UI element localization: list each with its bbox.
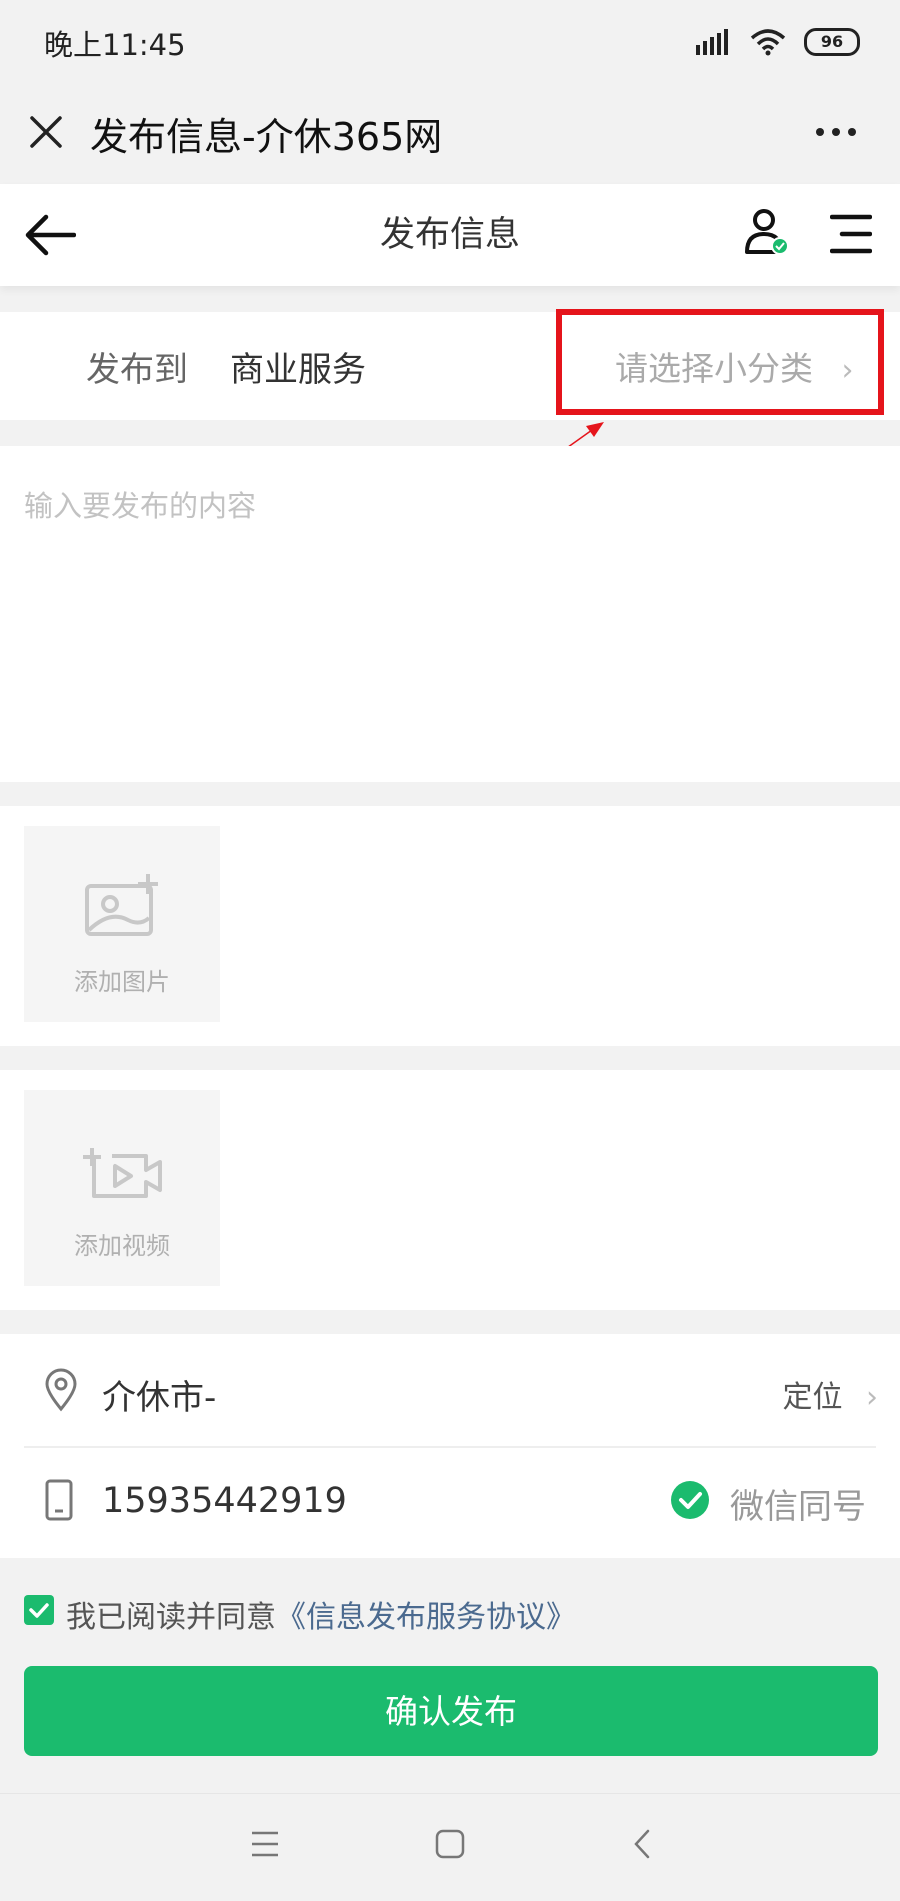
add-video-label: 添加视频 <box>74 1232 170 1260</box>
agree-checkbox[interactable] <box>24 1595 54 1625</box>
add-image-icon <box>85 874 158 936</box>
system-nav-bar <box>0 1793 900 1901</box>
wechat-same-label: 微信同号 <box>730 1487 866 1527</box>
agreement-text: 我已阅读并同意《信息发布服务协议》 <box>66 1592 576 1636</box>
agreement-link[interactable]: 《信息发布服务协议》 <box>276 1600 576 1635</box>
add-image-label: 添加图片 <box>74 968 170 996</box>
check-circle-icon[interactable] <box>670 1480 710 1520</box>
chevron-right-icon: › <box>866 1380 878 1415</box>
phone-icon <box>45 1479 73 1521</box>
add-video-button[interactable]: 添加视频 <box>24 1090 220 1286</box>
location-pin-icon <box>45 1368 77 1412</box>
submit-button[interactable]: 确认发布 <box>24 1666 878 1756</box>
divider <box>24 1446 876 1448</box>
add-image-button[interactable]: 添加图片 <box>24 826 220 1022</box>
home-icon[interactable] <box>434 1828 466 1860</box>
add-video-icon <box>83 1148 162 1198</box>
locate-label: 定位 <box>782 1380 843 1415</box>
agreement-label: 我已阅读并同意 <box>66 1600 276 1635</box>
phone-number: 15935442919 <box>102 1481 347 1521</box>
recents-icon[interactable] <box>250 1830 280 1858</box>
content-placeholder: 输入要发布的内容 <box>24 489 257 523</box>
location-city: 介休市- <box>102 1378 217 1418</box>
back-icon[interactable] <box>632 1828 652 1860</box>
locate-button[interactable]: 定位 › <box>782 1372 878 1416</box>
